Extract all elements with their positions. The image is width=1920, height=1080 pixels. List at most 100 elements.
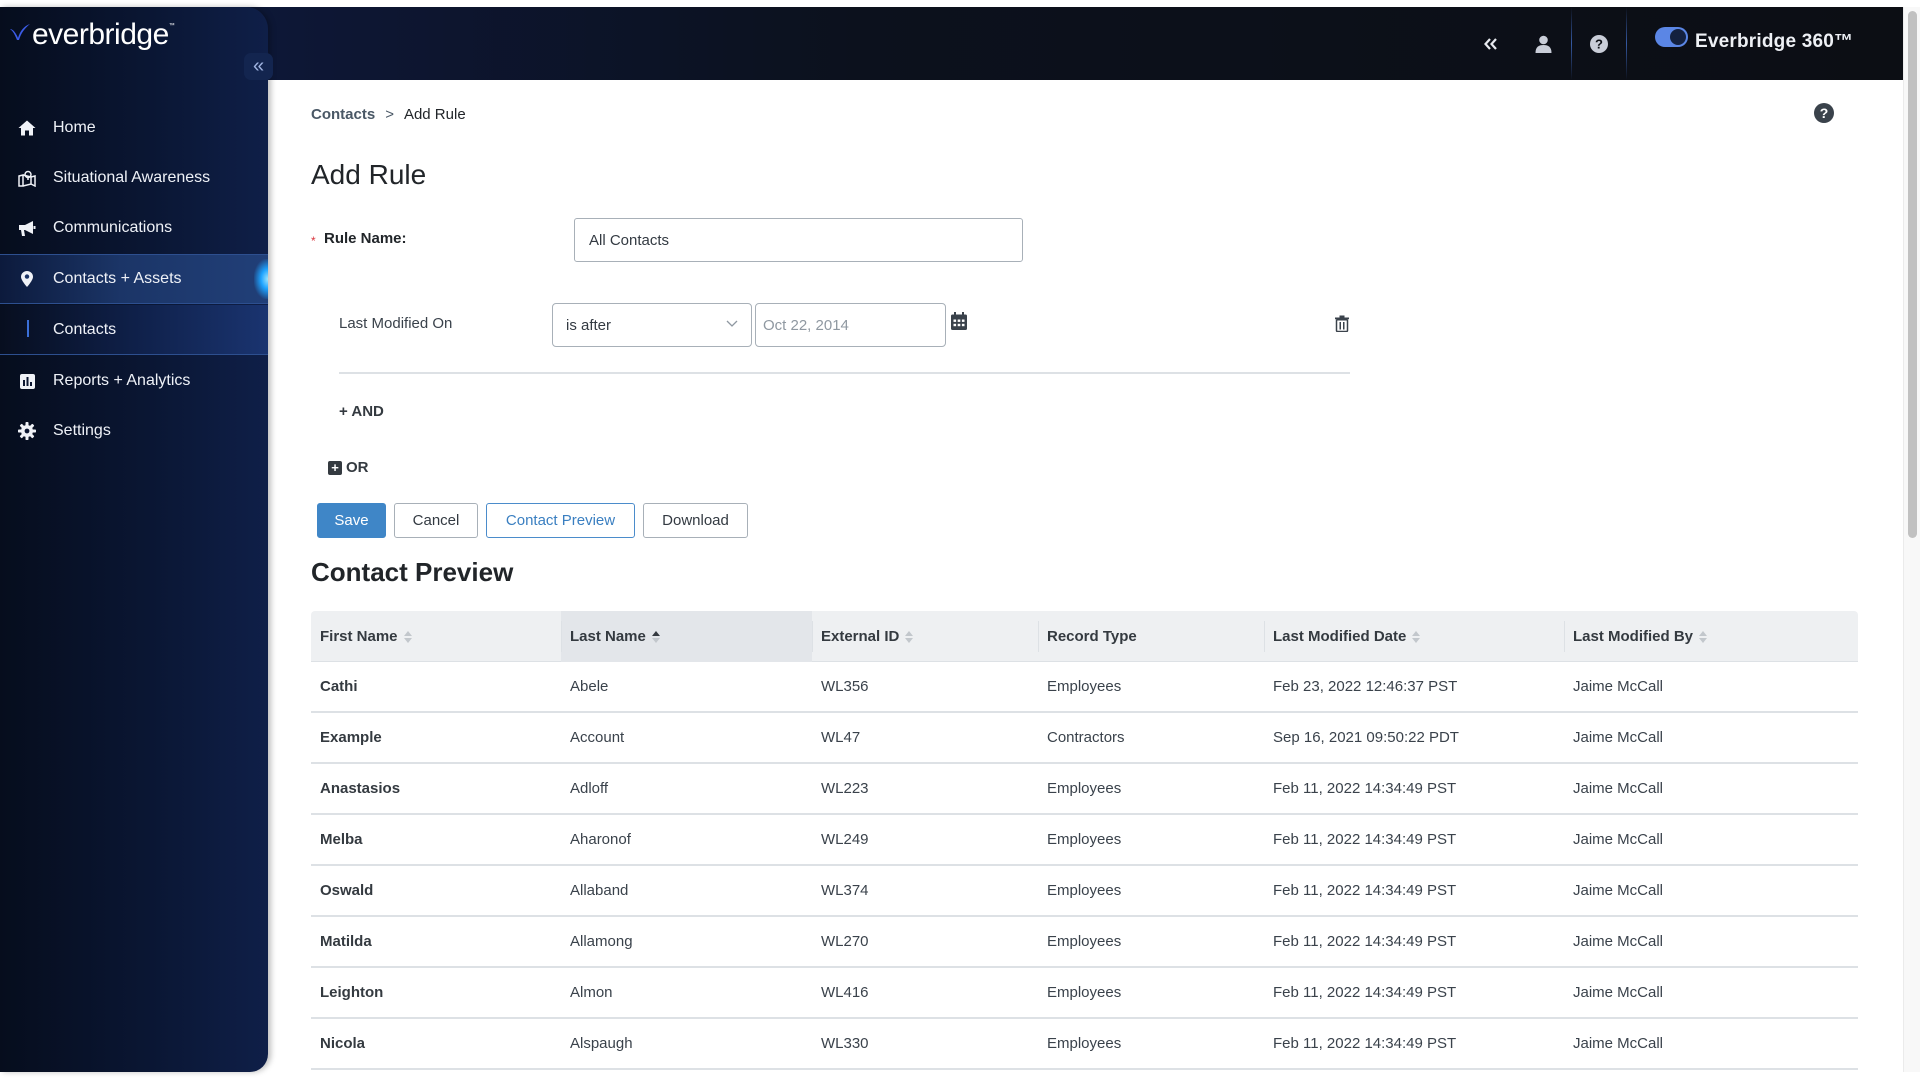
user-icon xyxy=(1535,35,1551,53)
megaphone-icon xyxy=(17,218,37,238)
sort-icon xyxy=(1699,630,1708,643)
table-row[interactable]: Leighton Almon WL416 Employees Feb 11, 2022 … xyxy=(311,968,1858,1019)
cell-last-modified-by: Jaime McCall xyxy=(1573,882,1664,899)
save-button[interactable]: Save xyxy=(317,503,386,538)
cell-record-type: Employees xyxy=(1047,678,1122,695)
table-row[interactable]: Cathi Abele WL356 Employees Feb 23, 2022 12:… xyxy=(311,662,1858,713)
or-label: OR xyxy=(346,459,369,476)
sidebar-item-label: Contacts xyxy=(53,320,117,338)
table-row[interactable]: Nicola Alspaugh WL330 Employees Feb 11, 2022… xyxy=(311,1019,1858,1070)
cell-last-modified-date: Feb 11, 2022 14:34:49 PST xyxy=(1273,933,1457,950)
cell-external-id: WL249 xyxy=(821,831,869,848)
page-scrollbar[interactable] xyxy=(1903,7,1920,1072)
sort-icon xyxy=(403,630,412,643)
condition-field-label: Last Modified On xyxy=(339,315,453,332)
cell-first-name: Oswald xyxy=(320,882,374,899)
column-label: Record Type xyxy=(1047,628,1137,645)
cell-first-name: Melba xyxy=(320,831,363,848)
everbridge-logo[interactable]: everbridge ™ xyxy=(9,19,175,51)
breadcrumb-contacts-link[interactable]: Contacts xyxy=(311,106,375,123)
location-pin-icon xyxy=(17,269,37,289)
logo-trademark: ™ xyxy=(168,23,175,29)
cell-first-name: Matilda xyxy=(320,933,372,950)
cell-last-modified-date: Feb 11, 2022 14:34:49 PST xyxy=(1273,831,1457,848)
sidebar-item-label: Settings xyxy=(53,422,111,439)
column-divider xyxy=(1264,621,1265,652)
column-label: Last Name xyxy=(570,628,646,645)
column-label: Last Modified Date xyxy=(1273,628,1407,645)
gear-icon xyxy=(17,421,37,441)
sort-ascending-icon xyxy=(651,630,660,643)
bar-chart-icon xyxy=(17,371,37,391)
sidebar-item-settings[interactable]: Settings xyxy=(0,407,268,455)
cell-last-modified-by: Jaime McCall xyxy=(1573,678,1664,695)
cell-last-modified-by: Jaime McCall xyxy=(1573,933,1664,950)
rule-name-input[interactable] xyxy=(574,218,1023,262)
double-chevron-left-icon xyxy=(1484,37,1497,50)
contact-preview-button[interactable]: Contact Preview xyxy=(486,503,635,538)
table-body: Cathi Abele WL356 Employees Feb 23, 2022 12:… xyxy=(311,662,1858,1070)
column-header-last-modified-by[interactable]: Last Modified By xyxy=(1564,611,1858,662)
chevron-down-icon xyxy=(726,320,738,327)
cell-external-id: WL416 xyxy=(821,984,869,1001)
trash-icon[interactable] xyxy=(1335,315,1349,332)
help-button[interactable]: ? xyxy=(1587,7,1611,80)
cell-record-type: Employees xyxy=(1047,933,1122,950)
cell-last-modified-date: Feb 11, 2022 14:34:49 PST xyxy=(1273,780,1457,797)
page-help-button[interactable]: ? xyxy=(1814,103,1834,123)
cell-last-modified-by: Jaime McCall xyxy=(1573,831,1664,848)
svg-text:?: ? xyxy=(1595,36,1603,51)
table-row[interactable]: Oswald Allaband WL374 Employees Feb 11, 2022… xyxy=(311,866,1858,917)
table-row[interactable]: Melba Aharonof WL249 Employees Feb 11, 2022 … xyxy=(311,815,1858,866)
column-header-external-id[interactable]: External ID xyxy=(812,611,1038,662)
calendar-icon[interactable] xyxy=(951,312,967,330)
cell-last-name: Abele xyxy=(570,678,609,695)
cell-last-name: Adloff xyxy=(570,780,609,797)
scrollbar-thumb[interactable] xyxy=(1908,11,1917,538)
condition-operator-select[interactable]: is after xyxy=(552,303,752,347)
table-row[interactable]: Matilda Allamong WL270 Employees Feb 11, 202… xyxy=(311,917,1858,968)
cell-last-name: Almon xyxy=(570,984,613,1001)
cell-last-name: Alspaugh xyxy=(570,1035,633,1052)
cell-record-type: Employees xyxy=(1047,882,1122,899)
required-indicator: * xyxy=(311,234,316,248)
cancel-button[interactable]: Cancel xyxy=(394,503,478,538)
sidebar-item-communications[interactable]: Communications xyxy=(0,204,268,252)
cell-last-name: Account xyxy=(570,729,625,746)
condition-date-input[interactable] xyxy=(755,303,946,347)
sidebar-collapse-button[interactable]: « xyxy=(244,53,273,80)
sidebar-item-label: Home xyxy=(53,119,96,136)
cell-external-id: WL270 xyxy=(821,933,869,950)
column-divider xyxy=(1564,621,1565,652)
add-and-condition-button[interactable]: + AND xyxy=(339,403,384,420)
cell-first-name: Nicola xyxy=(320,1035,366,1052)
sidebar-item-reports-analytics[interactable]: Reports + Analytics xyxy=(0,357,268,405)
everbridge-360-toggle[interactable] xyxy=(1655,27,1688,47)
cell-last-name: Allamong xyxy=(570,933,633,950)
collapse-header-button[interactable] xyxy=(1478,7,1504,80)
cell-last-modified-by: Jaime McCall xyxy=(1573,984,1664,1001)
column-header-last-modified-date[interactable]: Last Modified Date xyxy=(1264,611,1564,662)
sidebar-subitem-contacts[interactable]: Contacts xyxy=(0,305,268,355)
add-or-group-button[interactable]: + OR xyxy=(328,459,369,476)
sidebar-item-contacts-assets[interactable]: Contacts + Assets xyxy=(0,254,268,304)
cell-last-modified-by: Jaime McCall xyxy=(1573,729,1664,746)
cell-last-modified-date: Feb 11, 2022 14:34:49 PST xyxy=(1273,984,1457,1001)
column-header-first-name[interactable]: First Name xyxy=(311,611,561,662)
active-indicator-glow xyxy=(254,259,268,299)
table-row[interactable]: Example Account WL47 Contractors Sep 16, 202… xyxy=(311,713,1858,764)
cell-record-type: Contractors xyxy=(1047,729,1125,746)
logo-text: everbridge xyxy=(32,18,169,51)
sidebar-item-situational-awareness[interactable]: Situational Awareness xyxy=(0,154,268,202)
sidebar-item-label: Reports + Analytics xyxy=(53,372,191,389)
plus-square-icon: + xyxy=(328,460,342,475)
operator-value: is after xyxy=(566,316,612,334)
user-menu-button[interactable] xyxy=(1531,7,1555,80)
column-header-last-name[interactable]: Last Name xyxy=(561,611,812,662)
sidebar-item-label: Situational Awareness xyxy=(53,169,211,186)
table-row[interactable]: Anastasios Adloff WL223 Employees Feb 11, 20… xyxy=(311,764,1858,815)
cell-record-type: Employees xyxy=(1047,984,1122,1001)
header-separator xyxy=(1626,7,1627,80)
sidebar-item-home[interactable]: Home xyxy=(0,104,268,152)
download-button[interactable]: Download xyxy=(643,503,748,538)
